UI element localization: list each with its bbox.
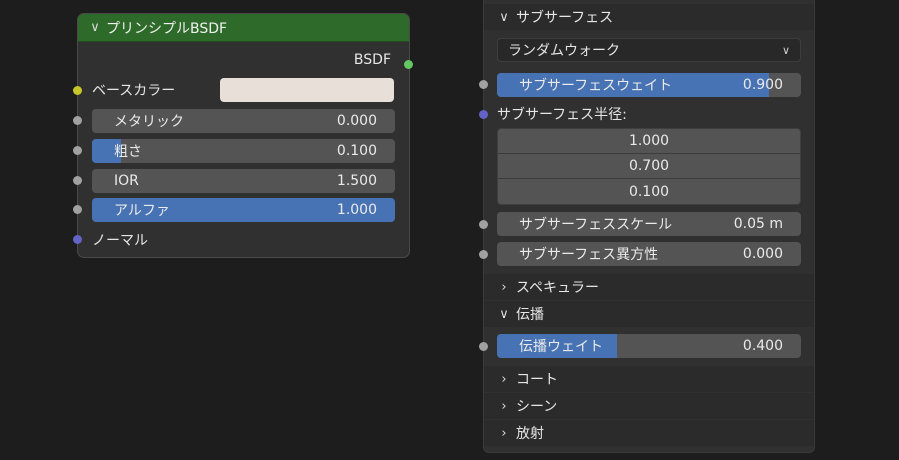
chevron-right-icon[interactable]: › bbox=[496, 399, 512, 414]
metallic-field[interactable]: メタリック 0.000 bbox=[92, 109, 395, 133]
alpha-field[interactable]: アルファ 1.000 bbox=[92, 198, 395, 222]
radius-y-field[interactable]: 0.700 bbox=[498, 154, 800, 179]
subsurface-scale-label: サブサーフェススケール bbox=[519, 217, 673, 233]
subsurface-section-header[interactable]: ∨ サブサーフェス bbox=[484, 4, 814, 30]
subsurface-anisotropy-value: 0.000 bbox=[742, 246, 783, 262]
roughness-value: 0.100 bbox=[336, 143, 377, 159]
subsurface-radius-vector: 1.000 0.700 0.100 bbox=[497, 128, 801, 205]
base-color-row: ベースカラー bbox=[78, 78, 409, 102]
chevron-down-icon[interactable]: ∨ bbox=[496, 307, 512, 322]
bsdf-output-label: BSDF bbox=[353, 52, 391, 68]
bsdf-output-socket[interactable] bbox=[404, 60, 413, 69]
radius-x-field[interactable]: 1.000 bbox=[498, 129, 800, 154]
ior-label: IOR bbox=[114, 173, 139, 189]
subsurface-anisotropy-field[interactable]: サブサーフェス異方性 0.000 bbox=[497, 242, 801, 266]
roughness-socket[interactable] bbox=[73, 146, 82, 155]
subsurface-header-label: サブサーフェス bbox=[516, 10, 614, 26]
emission-header-label: 放射 bbox=[516, 426, 544, 442]
chevron-down-icon: ∨ bbox=[781, 43, 790, 57]
roughness-label: 粗さ bbox=[114, 144, 142, 160]
output-row: BSDF bbox=[78, 48, 409, 72]
subsurface-radius-label: サブサーフェス半径: bbox=[497, 107, 627, 123]
metallic-socket[interactable] bbox=[73, 116, 82, 125]
subsurface-scale-socket[interactable] bbox=[479, 220, 488, 229]
subsurface-method-value: ランダムウォーク bbox=[508, 43, 620, 59]
emission-section-header[interactable]: › 放射 bbox=[484, 420, 814, 446]
chevron-down-icon[interactable]: ∨ bbox=[86, 20, 104, 35]
sheen-header-label: シーン bbox=[516, 399, 558, 415]
properties-panel: ∨ サブサーフェス ランダムウォーク ∨ サブサーフェスウェイト 0.900 サ… bbox=[483, 0, 815, 453]
ior-field[interactable]: IOR 1.500 bbox=[92, 169, 395, 193]
subsurface-weight-value: 0.900 bbox=[742, 77, 783, 93]
normal-label: ノーマル bbox=[92, 233, 148, 249]
chevron-right-icon[interactable]: › bbox=[496, 426, 512, 441]
subsurface-anisotropy-socket[interactable] bbox=[479, 250, 488, 259]
alpha-label: アルファ bbox=[114, 203, 170, 219]
subsurface-anisotropy-label: サブサーフェス異方性 bbox=[519, 247, 659, 263]
node-header[interactable]: ∨ プリンシプルBSDF bbox=[78, 14, 409, 42]
alpha-value: 1.000 bbox=[336, 202, 377, 218]
specular-header-label: スペキュラー bbox=[516, 280, 600, 296]
ior-socket[interactable] bbox=[73, 176, 82, 185]
subsurface-weight-field[interactable]: サブサーフェスウェイト 0.900 bbox=[497, 73, 801, 97]
subsurface-scale-value: 0.05 m bbox=[733, 216, 783, 232]
transmission-header-label: 伝播 bbox=[516, 307, 544, 323]
normal-socket[interactable] bbox=[73, 235, 82, 244]
alpha-socket[interactable] bbox=[73, 205, 82, 214]
subsurface-scale-field[interactable]: サブサーフェススケール 0.05 m bbox=[497, 212, 801, 236]
metallic-label: メタリック bbox=[114, 114, 184, 130]
coat-header-label: コート bbox=[516, 372, 558, 388]
normal-row: ノーマル bbox=[78, 228, 409, 252]
transmission-weight-value: 0.400 bbox=[742, 338, 783, 354]
ior-value: 1.500 bbox=[336, 173, 377, 189]
subsurface-weight-label: サブサーフェスウェイト bbox=[519, 78, 673, 94]
radius-z-field[interactable]: 0.100 bbox=[498, 179, 800, 204]
subsurface-radius-socket[interactable] bbox=[479, 110, 488, 119]
transmission-section-header[interactable]: ∨ 伝播 bbox=[484, 301, 814, 327]
roughness-field[interactable]: 粗さ 0.100 bbox=[92, 139, 395, 163]
specular-section-header[interactable]: › スペキュラー bbox=[484, 274, 814, 300]
transmission-weight-field[interactable]: 伝播ウェイト 0.400 bbox=[497, 334, 801, 358]
transmission-weight-socket[interactable] bbox=[479, 342, 488, 351]
subsurface-method-dropdown[interactable]: ランダムウォーク ∨ bbox=[497, 38, 801, 62]
chevron-down-icon[interactable]: ∨ bbox=[496, 10, 512, 25]
chevron-right-icon[interactable]: › bbox=[496, 372, 512, 387]
node-title: プリンシプルBSDF bbox=[106, 20, 228, 37]
subsurface-weight-socket[interactable] bbox=[479, 80, 488, 89]
sheen-section-header[interactable]: › シーン bbox=[484, 393, 814, 419]
transmission-weight-label: 伝播ウェイト bbox=[519, 339, 603, 355]
metallic-value: 0.000 bbox=[336, 113, 377, 129]
chevron-right-icon[interactable]: › bbox=[496, 280, 512, 295]
base-color-socket[interactable] bbox=[73, 86, 82, 95]
base-color-swatch[interactable] bbox=[220, 78, 394, 102]
base-color-label: ベースカラー bbox=[92, 83, 176, 99]
principled-bsdf-node[interactable]: ∨ プリンシプルBSDF BSDF ベースカラー メタリック 0.000 粗さ … bbox=[77, 13, 410, 258]
coat-section-header[interactable]: › コート bbox=[484, 366, 814, 392]
